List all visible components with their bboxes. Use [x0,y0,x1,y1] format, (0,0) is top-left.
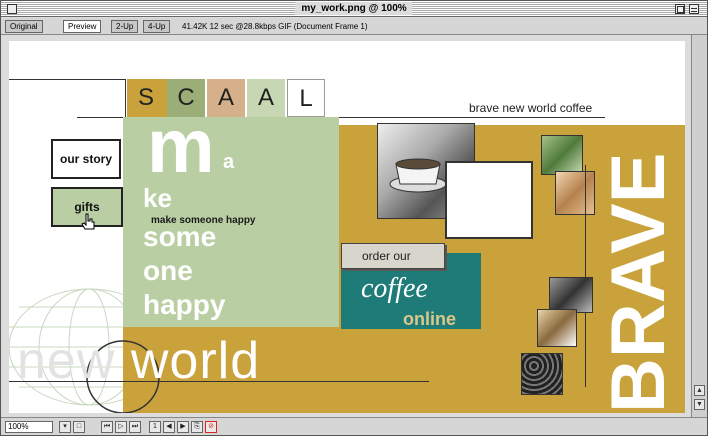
cup-small-photo [537,309,577,347]
online-label: online [403,309,456,329]
hero-big-m: m [147,104,215,189]
tab-preview[interactable]: Preview [63,20,102,33]
zoom-level-field[interactable]: 100% [5,421,53,433]
zoom-menu-icon[interactable]: ▾ [59,421,71,433]
last-frame-icon[interactable]: ⏭ [129,421,141,433]
order-our-button[interactable]: order our [341,243,445,269]
world-word: world [130,332,261,390]
tab-original[interactable]: Original [5,20,43,33]
our-story-label: our story [59,152,112,166]
brave-vertical-text: BRAVE [596,152,681,413]
leaves-photo [541,135,583,175]
blank-photo-frame [445,161,533,239]
window-title: my_work.png @ 100% [295,2,413,15]
tagline: brave new world coffee [469,101,593,115]
new-frame-icon[interactable]: ⎘ [191,421,203,433]
close-box-icon[interactable] [7,4,17,14]
hero-some: some [143,221,217,252]
coffee-label: coffee [361,273,428,304]
document-window: my_work.png @ 100% Original Preview 2-Up… [0,0,708,436]
next-frame-icon[interactable]: ▶ [177,421,189,433]
our-story-button[interactable]: our story [51,139,121,179]
image-canvas: S C A A L brave new world coffee m a ke … [9,41,685,413]
tab-4-up[interactable]: 4-Up [143,20,171,33]
photo-strip-line [585,165,586,387]
first-frame-icon[interactable]: ⏮ [101,421,113,433]
zoom-box-icon[interactable] [675,4,685,14]
face-photo [555,171,595,215]
vertical-scrollbar[interactable]: ▲ ▼ [691,35,707,417]
header-rule-vertical [125,79,126,117]
hero-one: one [143,255,193,286]
title-bar[interactable]: my_work.png @ 100% [1,1,707,17]
view-tab-bar: Original Preview 2-Up 4-Up 41.42K 12 sec… [1,18,707,35]
collapse-box-icon[interactable] [689,4,699,14]
tab-2-up[interactable]: 2-Up [111,20,139,33]
new-word: new [17,332,116,390]
delete-frame-icon[interactable]: ⊘ [205,421,217,433]
status-bar: 100% ▾ □ ⏮ ▷ ⏭ 1 ◀ ▶ ⎘ ⊘ [1,417,707,435]
new-world-heading: new world [17,335,260,387]
gifts-label: gifts [74,200,100,214]
play-icon[interactable]: ▷ [115,421,127,433]
coffee-beans-photo [521,353,563,395]
previous-frame-icon[interactable]: ◀ [163,421,175,433]
hero-small-a: a [223,151,235,173]
header-rule-left [9,79,125,80]
optimization-info: 41.42K 12 sec @28.8kbps GIF (Document Fr… [182,22,368,31]
hand-cursor-icon [81,213,95,230]
preview-browser-icon[interactable]: □ [73,421,85,433]
logo-letter-a2: A [247,79,285,117]
frame-count-icon[interactable]: 1 [149,421,161,433]
logo-letter-l: L [287,79,325,117]
scroll-up-arrow-icon[interactable]: ▲ [694,385,705,396]
hero-ke: ke [143,183,172,213]
hero-happy: happy [143,289,226,320]
scroll-down-arrow-icon[interactable]: ▼ [694,399,705,410]
eye-photo [549,277,593,313]
